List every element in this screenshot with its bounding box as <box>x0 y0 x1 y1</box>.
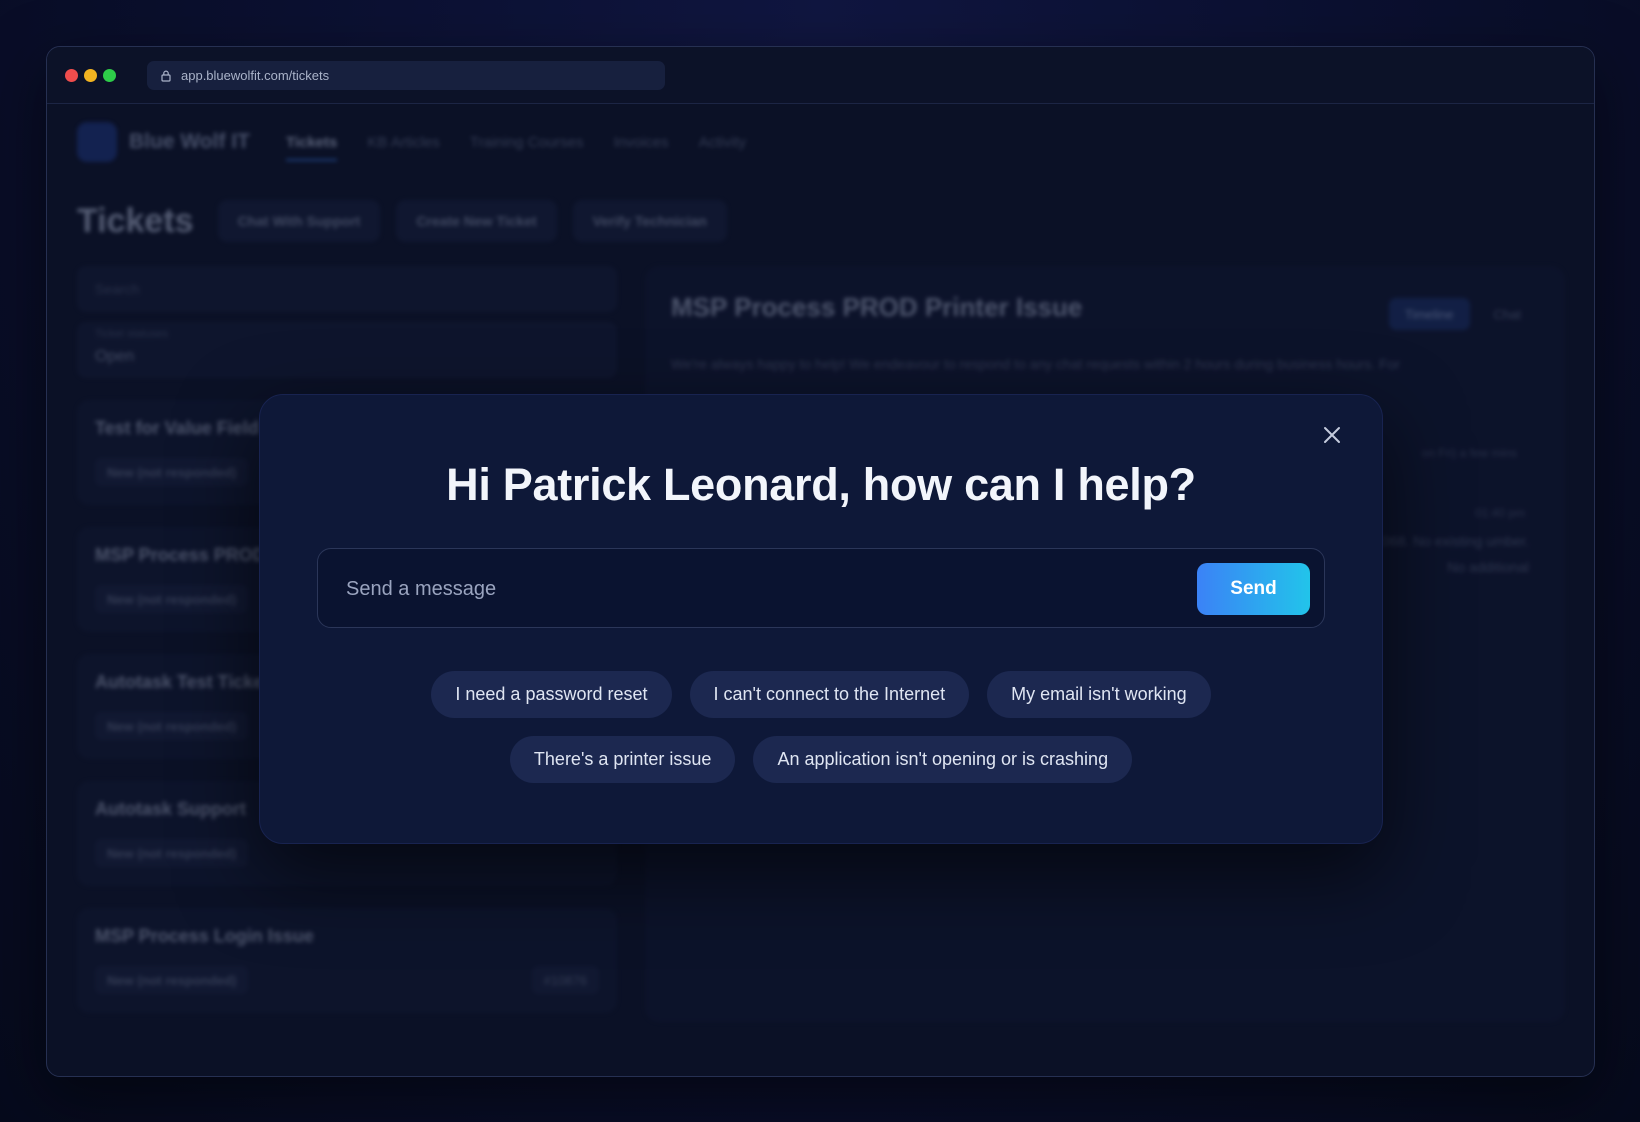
help-chat-modal: Hi Patrick Leonard, how can I help? Send… <box>259 394 1383 844</box>
greeting-heading: Hi Patrick Leonard, how can I help? <box>446 459 1196 510</box>
ticket-detail-title: MSP Process PROD Printer Issue <box>671 292 1083 322</box>
suggestion-row: There's a printer issue An application i… <box>260 736 1382 783</box>
close-modal-button[interactable] <box>1316 419 1348 451</box>
nav-tab-invoices[interactable]: Invoices <box>614 134 669 151</box>
brand-name: Blue Wolf IT <box>129 130 250 153</box>
close-icon <box>1324 427 1340 443</box>
suggestion-chips: I need a password reset I can't connect … <box>260 671 1382 801</box>
message-input[interactable] <box>344 549 1168 629</box>
verify-technician-button[interactable]: Verify Technician <box>572 200 727 242</box>
suggestion-printer-issue[interactable]: There's a printer issue <box>509 736 736 783</box>
create-new-ticket-button[interactable]: Create New Ticket <box>396 200 557 242</box>
wolf-logo-icon <box>77 122 117 162</box>
chat-with-support-button[interactable]: Chat With Support <box>217 200 381 242</box>
browser-toolbar: app.bluewolfit.com/tickets <box>47 47 1594 104</box>
detail-timestamp: 01:40 pm <box>1474 506 1525 520</box>
nav-tab-training-courses[interactable]: Training Courses <box>470 134 584 151</box>
page-header: Tickets Chat With Support Create New Tic… <box>77 200 743 242</box>
tab-chat[interactable]: Chat <box>1478 298 1537 330</box>
status-filter-value: Open <box>95 348 135 365</box>
status-filter-label: Ticket statuses <box>95 328 168 340</box>
status-filter-select[interactable]: Ticket statuses Open <box>77 322 617 378</box>
lock-icon <box>161 70 171 82</box>
nav-tab-activity[interactable]: Activity <box>699 134 747 151</box>
minimize-window-button[interactable] <box>84 69 97 82</box>
suggestion-application-crashing[interactable]: An application isn't opening or is crash… <box>753 736 1133 783</box>
detail-tabs: Timeline Chat <box>1381 298 1537 330</box>
address-bar[interactable]: app.bluewolfit.com/tickets <box>147 61 665 90</box>
suggestion-password-reset[interactable]: I need a password reset <box>431 671 672 718</box>
ticket-title: Autotask Test Ticket <box>95 672 270 692</box>
detail-note-text: n 2068. No existing umber. No additional <box>1362 533 1529 575</box>
ticket-status-badge: New (not responded) <box>95 839 249 867</box>
send-button[interactable]: Send <box>1197 563 1310 615</box>
maximize-window-button[interactable] <box>103 69 116 82</box>
suggestion-email-not-working[interactable]: My email isn't working <box>987 671 1211 718</box>
detail-meta-text: on Fri) a few mins <box>1421 446 1517 460</box>
ticket-id-badge: #10876 <box>531 966 599 994</box>
nav-tab-tickets[interactable]: Tickets <box>285 134 338 161</box>
url-text: app.bluewolfit.com/tickets <box>181 68 330 83</box>
tab-timeline[interactable]: Timeline <box>1388 298 1470 330</box>
ticket-status-badge: New (not responded) <box>95 458 249 486</box>
ticket-title: MSP Process PROD <box>95 545 266 565</box>
ticket-search-input[interactable]: Search <box>77 266 617 312</box>
ticket-title: Test for Value Field <box>95 418 259 438</box>
page-title: Tickets <box>77 201 194 240</box>
ticket-status-badge: New (not responded) <box>95 966 249 994</box>
top-navigation: Blue Wolf IT Tickets KB Articles Trainin… <box>77 120 776 164</box>
ticket-status-badge: New (not responded) <box>95 712 249 740</box>
nav-tab-kb-articles[interactable]: KB Articles <box>367 134 440 151</box>
close-window-button[interactable] <box>65 69 78 82</box>
suggestion-row: I need a password reset I can't connect … <box>260 671 1382 718</box>
ticket-card[interactable]: MSP Process Login Issue New (not respond… <box>77 908 617 1013</box>
message-composer: Send <box>317 548 1325 629</box>
ticket-title: Autotask Support <box>95 799 246 819</box>
ticket-title: MSP Process Login Issue <box>95 926 314 946</box>
ticket-status-badge: New (not responded) <box>95 585 249 613</box>
suggestion-internet-connection[interactable]: I can't connect to the Internet <box>689 671 970 718</box>
detail-intro-text: We're always happy to help! We endeavour… <box>671 356 1401 372</box>
